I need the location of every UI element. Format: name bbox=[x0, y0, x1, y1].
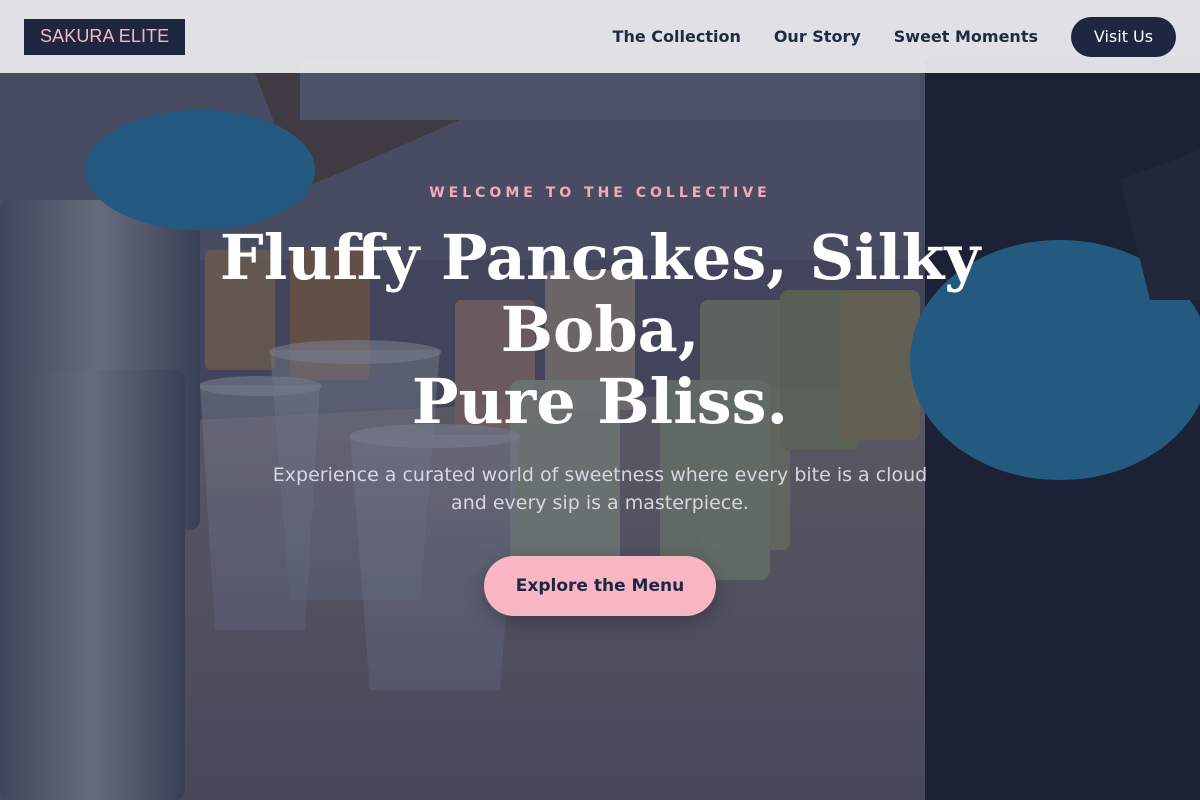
hero-headline-line-2: Boba, bbox=[500, 293, 700, 366]
landing-page: SAKURA ELITE The Collection Our Story Sw… bbox=[0, 0, 1200, 800]
explore-menu-button[interactable]: Explore the Menu bbox=[484, 556, 716, 616]
hero-section: WELCOME TO THE COLLECTIVE Fluffy Pancake… bbox=[0, 0, 1200, 800]
hero-subtitle: Experience a curated world of sweetness … bbox=[272, 464, 928, 514]
hero-headline-line-1: Fluffy Pancakes, Silky bbox=[219, 221, 981, 294]
hero-headline-line-3: Pure Bliss. bbox=[411, 365, 789, 438]
hero-headline: Fluffy Pancakes, Silky Boba, Pure Bliss. bbox=[0, 222, 1200, 438]
hero-eyebrow: WELCOME TO THE COLLECTIVE bbox=[429, 185, 771, 201]
